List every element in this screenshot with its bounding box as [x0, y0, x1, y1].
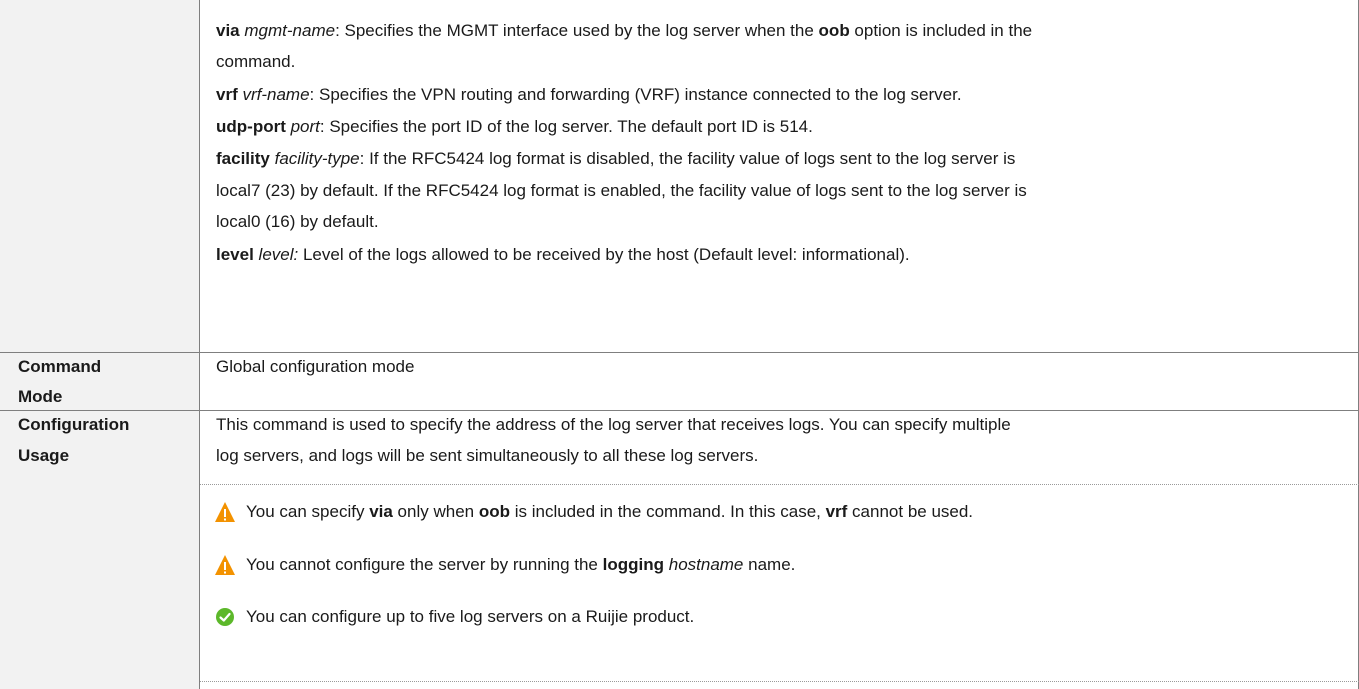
command-mode-value: Global configuration mode: [216, 357, 415, 376]
text-run: option is included in the: [849, 21, 1033, 40]
text-run: Level of the logs allowed to be received…: [298, 245, 910, 264]
param-facility-line: facility facility-type: If the RFC5424 l…: [216, 144, 1015, 174]
keyword-text: vrf: [825, 502, 848, 521]
warning-icon: [215, 502, 235, 522]
configuration-usage-label: Configuration: [18, 415, 130, 434]
argument-text: hostname: [668, 555, 744, 574]
param-facility-line-cont: local7 (23) by default. If the RFC5424 l…: [216, 181, 1027, 200]
text-run: is included in the command. In this case…: [509, 502, 826, 521]
command-mode-label: Command: [18, 357, 102, 376]
note-divider: [200, 681, 1359, 682]
text-run: : If the RFC5424 log format is disabled,…: [359, 149, 1016, 168]
argument-text: level:: [258, 245, 299, 264]
text-run: : Specifies the VPN routing and forwardi…: [309, 85, 962, 104]
text-run: : Specifies the port ID of the log serve…: [319, 117, 813, 136]
keyword-text: oob: [478, 502, 510, 521]
keyword-text: via: [369, 502, 393, 521]
usage-line: This command is used to specify the addr…: [216, 415, 1011, 434]
text-run: : Specifies the MGMT interface used by t…: [335, 21, 819, 40]
note-text: You can configure up to five log servers…: [246, 602, 694, 632]
text-run: cannot be used.: [847, 502, 974, 521]
configuration-usage-label-cont: Usage: [18, 446, 70, 465]
check-icon: [216, 608, 234, 626]
keyword-text: via: [216, 21, 240, 40]
text-run: You can configure up to five log servers…: [246, 607, 695, 626]
argument-text: vrf-name: [242, 85, 310, 104]
keyword-text: vrf: [216, 85, 238, 104]
usage-line-cont: log servers, and logs will be sent simul…: [216, 446, 759, 465]
parameter-table: via mgmt-name: Specifies the MGMT interf…: [0, 0, 1359, 689]
param-via-line-cont: command.: [216, 52, 296, 71]
text-run: name.: [743, 555, 796, 574]
param-vrf-line: vrf vrf-name: Specifies the VPN routing …: [216, 80, 962, 110]
note-text: You cannot configure the server by runni…: [246, 550, 795, 580]
param-udp-port-line: udp-port port: Specifies the port ID of …: [216, 112, 813, 142]
parameters-label-cell: [0, 0, 200, 352]
note-divider: [200, 484, 1359, 485]
text-run: You cannot configure the server by runni…: [246, 555, 603, 574]
keyword-text: oob: [818, 21, 850, 40]
text-run: only when: [392, 502, 479, 521]
keyword-text: level: [216, 245, 254, 264]
note-text: You can specify via only when oob is inc…: [246, 497, 973, 527]
argument-text: facility-type: [274, 149, 360, 168]
param-via-line: via mgmt-name: Specifies the MGMT interf…: [216, 16, 1032, 46]
warning-icon: [215, 555, 235, 575]
row-divider: [0, 352, 1359, 353]
argument-text: port: [290, 117, 320, 136]
param-level-line: level level: Level of the logs allowed t…: [216, 240, 910, 270]
keyword-text: facility: [216, 149, 270, 168]
text-run: You can specify: [246, 502, 370, 521]
keyword-text: logging: [602, 555, 664, 574]
param-facility-line-cont: local0 (16) by default.: [216, 212, 379, 231]
command-mode-label-cont: Mode: [18, 387, 63, 406]
argument-text: mgmt-name: [244, 21, 336, 40]
keyword-text: udp-port: [216, 117, 286, 136]
